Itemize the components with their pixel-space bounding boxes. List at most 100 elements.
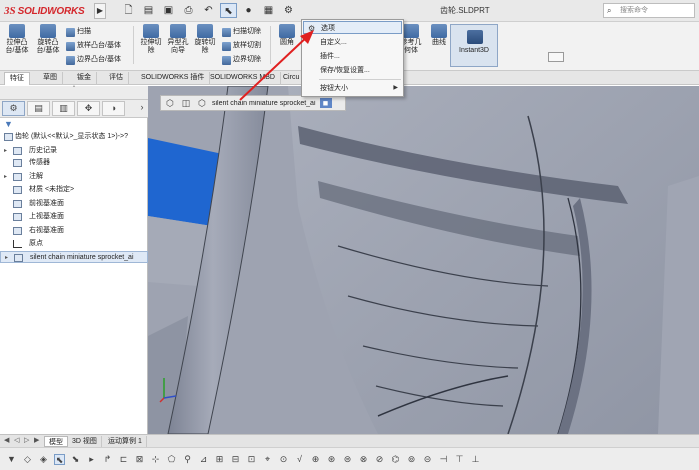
- plane-filter-icon[interactable]: ⬠: [166, 454, 177, 465]
- tree-root-part[interactable]: 齿轮 (默认<<默认>_显示状态 1>)->?: [0, 131, 148, 143]
- vertex-filter-icon[interactable]: ▸: [86, 454, 97, 465]
- datum-filter-icon[interactable]: ⌖: [262, 454, 273, 465]
- note-filter-icon[interactable]: ⊟: [230, 454, 241, 465]
- search-commands-input[interactable]: ⌕ 搜索命令: [603, 3, 695, 18]
- tab-motion-study[interactable]: 运动算例 1: [104, 436, 147, 447]
- breadcrumb-selected-icon[interactable]: ■: [319, 98, 332, 108]
- panel-more-arrow-icon[interactable]: ›: [136, 101, 148, 116]
- undo-icon[interactable]: ↶: [200, 3, 217, 18]
- loft-boss-button[interactable]: 放样凸台/基体: [66, 40, 121, 52]
- connection-point-filter-icon[interactable]: ⌬: [390, 454, 401, 465]
- tree-item-front-plane[interactable]: 前视基准面: [0, 198, 148, 210]
- extrude-boss-button[interactable]: 拉伸凸 台/基体: [2, 24, 32, 55]
- tab-sheet-metal[interactable]: 钣金: [72, 72, 97, 85]
- property-manager-tab[interactable]: ▤: [27, 101, 50, 116]
- save-icon[interactable]: ▣: [160, 3, 177, 18]
- new-document-icon[interactable]: 🗋: [120, 3, 137, 18]
- tree-item-sensors[interactable]: 传感器: [0, 157, 148, 169]
- tab-model[interactable]: 模型: [44, 436, 68, 447]
- file-properties-icon[interactable]: ▦: [260, 3, 277, 18]
- lofted-cut-button[interactable]: 放样切割: [222, 40, 261, 52]
- filter-icon[interactable]: ▼: [6, 454, 17, 465]
- clear-filter-icon[interactable]: ◈: [38, 454, 49, 465]
- menu-item-options[interactable]: ⚙ 选项: [303, 21, 402, 34]
- menu-item-save-restore-settings[interactable]: 保存/恢复设置...: [303, 64, 402, 77]
- reference-filter-icon[interactable]: ⊥: [470, 454, 481, 465]
- revolve-boss-button[interactable]: 旋转凸 台/基体: [33, 24, 63, 55]
- routing-point-filter-icon[interactable]: ⊘: [374, 454, 385, 465]
- axis-filter-icon[interactable]: ⊹: [150, 454, 161, 465]
- hole-callout-filter-icon[interactable]: ⊕: [310, 454, 321, 465]
- revolve-cut-button[interactable]: 旋转切 除: [190, 24, 220, 55]
- swept-cut-button[interactable]: 扫描切除: [222, 26, 261, 38]
- panel-grip-handle[interactable]: •: [0, 85, 148, 90]
- tree-item-annotations[interactable]: ▸ 注解: [0, 171, 148, 183]
- menu-item-customize[interactable]: 自定义...: [303, 36, 402, 49]
- expand-arrow-icon[interactable]: ▸: [4, 145, 7, 157]
- boundary-cut-button[interactable]: 边界切除: [222, 54, 261, 66]
- face-filter-icon[interactable]: ⊏: [118, 454, 129, 465]
- feature-manager-tab[interactable]: ⚙: [2, 101, 25, 116]
- tab-sketch[interactable]: 草图: [38, 72, 63, 85]
- tree-item-history[interactable]: ▸ 历史记录: [0, 145, 148, 157]
- sweep-button[interactable]: 扫描: [66, 26, 91, 38]
- tree-item-material[interactable]: 材质 <未指定>: [0, 184, 148, 196]
- tree-item-top-plane[interactable]: 上视基准面: [0, 211, 148, 223]
- select-cursor-icon[interactable]: ⬉: [220, 3, 237, 18]
- rebuild-icon[interactable]: ●: [240, 3, 257, 18]
- balloon-filter-icon[interactable]: ⊛: [326, 454, 337, 465]
- filter-icon[interactable]: ▼: [4, 119, 13, 129]
- sketch-filter-icon[interactable]: ⚲: [182, 454, 193, 465]
- sketch-icon[interactable]: ⬡: [196, 98, 208, 109]
- print-icon[interactable]: ⎙: [180, 3, 197, 18]
- cosmetic-thread-filter-icon[interactable]: ⊗: [358, 454, 369, 465]
- fillet-button[interactable]: 圆角: [272, 24, 302, 47]
- tree-item-origin[interactable]: 原点: [0, 238, 148, 250]
- surface-finish-filter-icon[interactable]: √: [294, 454, 305, 465]
- select-dropdown-icon[interactable]: ⬊: [70, 454, 81, 465]
- breadcrumb-label[interactable]: silent chain miniature sprocket_ai: [212, 100, 316, 107]
- tab-solidworks-mbd[interactable]: SOLIDWORKS MBD: [205, 72, 281, 85]
- graphics-viewport[interactable]: [148, 86, 699, 434]
- boundary-boss-button[interactable]: 边界凸台/基体: [66, 54, 121, 66]
- menu-item-addins[interactable]: 插件...: [303, 50, 402, 63]
- logo-menu-arrow-button[interactable]: ▶: [94, 3, 106, 19]
- next-tab-arrow-icon[interactable]: ▷: [24, 436, 29, 444]
- point-filter-icon[interactable]: ⊿: [198, 454, 209, 465]
- center-mark-filter-icon[interactable]: ⊝: [422, 454, 433, 465]
- block-filter-icon[interactable]: ⊜: [342, 454, 353, 465]
- surface-filter-icon[interactable]: ⊠: [134, 454, 145, 465]
- part-icon[interactable]: ◫: [180, 98, 192, 109]
- dimension-filter-icon[interactable]: ⊞: [214, 454, 225, 465]
- tab-evaluate[interactable]: 评估: [104, 72, 129, 85]
- options-gear-icon[interactable]: ⚙: [280, 3, 297, 18]
- tree-item-imported-body[interactable]: ▸ silent chain miniature sprocket_ai: [0, 251, 148, 263]
- dimxpert-manager-tab[interactable]: ✥: [77, 101, 100, 116]
- hole-wizard-button[interactable]: 异型孔 向导: [163, 24, 193, 55]
- window-layout-icon[interactable]: [548, 52, 564, 62]
- display-manager-tab[interactable]: ◑: [102, 101, 125, 116]
- tab-features[interactable]: 特征: [4, 72, 30, 85]
- open-document-icon[interactable]: ▤: [140, 3, 157, 18]
- prev-tab-arrow-icon[interactable]: ◁: [14, 436, 19, 444]
- tree-item-right-plane[interactable]: 右视基准面: [0, 225, 148, 237]
- centerline-filter-icon[interactable]: ⊣: [438, 454, 449, 465]
- extrude-cut-button[interactable]: 拉伸切 除: [136, 24, 166, 55]
- toggle-filter-icon[interactable]: ◇: [22, 454, 33, 465]
- mate-filter-icon[interactable]: ⊚: [406, 454, 417, 465]
- configuration-manager-tab[interactable]: ▥: [52, 101, 75, 116]
- menu-item-button-size[interactable]: 按钮大小 ▶: [303, 82, 402, 95]
- select-cursor-icon[interactable]: ⬉: [54, 453, 65, 465]
- last-tab-arrow-icon[interactable]: ▶: [34, 436, 39, 444]
- dowel-pin-filter-icon[interactable]: ⊤: [454, 454, 465, 465]
- edge-filter-icon[interactable]: ↱: [102, 454, 113, 465]
- first-tab-arrow-icon[interactable]: ◀: [4, 436, 9, 444]
- feature-manager-breadcrumb-icon[interactable]: ⬡: [164, 98, 176, 109]
- tab-3d-views[interactable]: 3D 视图: [68, 436, 102, 447]
- expand-arrow-icon[interactable]: ▸: [5, 252, 8, 264]
- expand-arrow-icon[interactable]: ▸: [4, 171, 7, 183]
- weld-filter-icon[interactable]: ⊡: [246, 454, 257, 465]
- tab-solidworks-addins[interactable]: SOLIDWORKS 插件: [136, 72, 211, 85]
- tolerance-filter-icon[interactable]: ⊙: [278, 454, 289, 465]
- instant3d-button[interactable]: Instant3D: [450, 24, 498, 67]
